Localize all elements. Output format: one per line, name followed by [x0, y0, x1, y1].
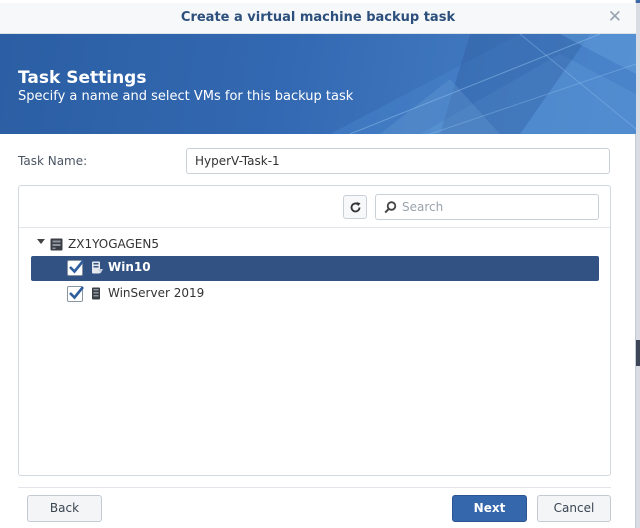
header-banner: Task Settings Specify a name and select … [0, 34, 636, 134]
host-label: ZX1YOGAGEN5 [68, 237, 159, 251]
search-icon [384, 201, 397, 214]
refresh-button[interactable] [343, 195, 367, 219]
vm-checkbox-winserver-2019[interactable] [67, 286, 85, 302]
banner-title: Task Settings [18, 68, 147, 88]
background-window-edge [636, 340, 640, 366]
vm-selection-panel: ZX1YOGAGEN5 Win10 [18, 185, 611, 476]
task-name-label: Task Name: [18, 154, 88, 168]
cancel-button[interactable]: Cancel [537, 495, 611, 522]
search-field[interactable] [375, 194, 599, 220]
vm-label-win10: Win10 [108, 260, 151, 274]
vm-row-winserver-2019[interactable]: WinServer 2019 [31, 282, 599, 307]
task-name-input[interactable] [186, 148, 610, 174]
checkmark-icon [69, 286, 85, 300]
back-button[interactable]: Back [27, 495, 102, 522]
tree-host-node[interactable]: ZX1YOGAGEN5 [33, 234, 333, 256]
vm-row-win10[interactable]: Win10 [31, 256, 599, 281]
checkmark-icon [69, 260, 85, 274]
refresh-icon [350, 202, 361, 213]
banner-subtitle: Specify a name and select VMs for this b… [18, 89, 354, 104]
search-input[interactable] [402, 198, 592, 216]
title-bar: Create a virtual machine backup task ✕ [0, 3, 636, 34]
footer-divider [18, 487, 611, 488]
vm-icon [92, 287, 100, 300]
server-icon [50, 238, 63, 251]
vm-icon [92, 261, 103, 274]
expand-arrow-icon[interactable] [37, 239, 45, 244]
next-button[interactable]: Next [452, 495, 527, 522]
dialog-window: Create a virtual machine backup task ✕ T… [0, 0, 636, 528]
close-icon[interactable]: ✕ [608, 7, 622, 27]
dialog-title: Create a virtual machine backup task [180, 10, 456, 25]
toolbar-divider [19, 227, 610, 228]
vm-label-winserver-2019: WinServer 2019 [108, 286, 205, 300]
vm-checkbox-win10[interactable] [67, 260, 85, 276]
